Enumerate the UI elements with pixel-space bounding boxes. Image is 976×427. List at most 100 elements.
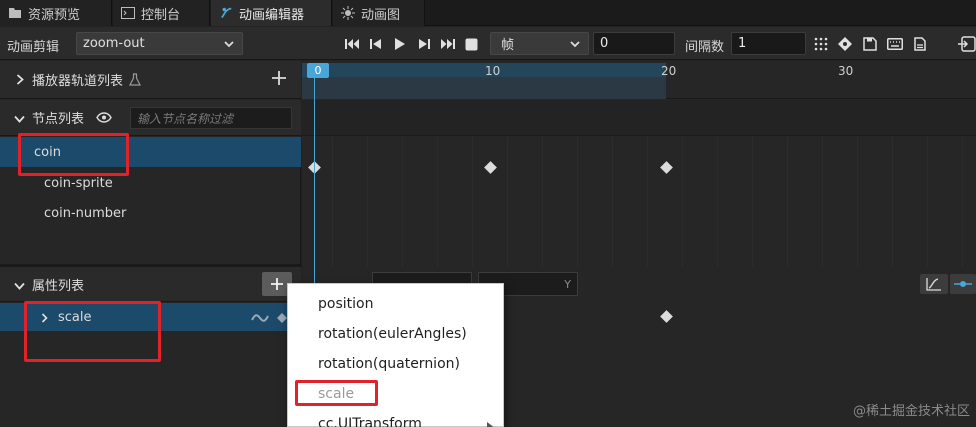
save-button[interactable] — [861, 35, 879, 53]
clip-range-shade — [302, 77, 666, 99]
menu-item-rotation-quaternion[interactable]: rotation(quaternion) — [288, 349, 503, 379]
tab-animation-editor[interactable]: 动画编辑器 — [211, 0, 332, 26]
curve-icon[interactable] — [251, 312, 269, 327]
jump-to-start-button[interactable] — [343, 35, 361, 53]
animation-editor-icon — [219, 6, 233, 20]
folder-icon — [8, 6, 22, 20]
watermark: @稀土掘金技术社区 — [852, 404, 970, 419]
time-unit-value: 帧 — [501, 38, 515, 53]
document-button[interactable] — [911, 35, 929, 53]
curve-editor-button[interactable] — [920, 274, 948, 294]
skip-back-icon — [345, 39, 359, 49]
stop-icon — [465, 38, 477, 50]
spacing-button[interactable] — [812, 35, 830, 53]
current-frame-value: 0 — [600, 36, 609, 51]
diamond-target-icon — [838, 37, 852, 51]
tab-label: 控制台 — [141, 7, 181, 23]
clip-select[interactable]: zoom-out — [76, 32, 243, 55]
plus-icon — [271, 278, 283, 290]
node-filter-placeholder: 输入节点名称过滤 — [137, 111, 234, 126]
submenu-arrow-icon — [487, 419, 493, 427]
tab-asset-preview[interactable]: 资源预览 — [0, 0, 112, 26]
node-label: coin-sprite — [44, 175, 113, 191]
node-label: coin — [34, 144, 61, 160]
keyframe-marker[interactable] — [660, 161, 673, 174]
stop-button[interactable] — [462, 35, 480, 53]
eye-icon[interactable] — [96, 112, 112, 123]
keyframe-editor-button[interactable] — [950, 274, 976, 294]
exit-icon — [958, 36, 976, 52]
tick-label: 10 — [485, 64, 501, 78]
clip-range-bar — [302, 63, 666, 77]
add-event-button[interactable] — [836, 35, 854, 53]
grid-dots-icon — [814, 37, 828, 51]
tab-animation-graph[interactable]: 动画图 — [333, 0, 425, 26]
exit-button[interactable] — [958, 35, 976, 53]
menu-item-uitransform[interactable]: cc.UITransform — [288, 409, 503, 427]
terminal-icon — [121, 6, 135, 20]
player-tracks-title: 播放器轨道列表 — [32, 74, 124, 89]
save-icon — [863, 37, 877, 51]
field-y-hint: Y — [564, 277, 571, 291]
chevron-right-icon — [16, 74, 24, 89]
keyboard-shortcuts-button[interactable] — [886, 35, 904, 53]
tab-console[interactable]: 控制台 — [113, 0, 210, 26]
menu-item-position[interactable]: position — [288, 289, 503, 319]
node-filter-input[interactable]: 输入节点名称过滤 — [130, 107, 292, 129]
property-list-header[interactable]: 属性列表 — [0, 267, 301, 302]
curve-graph-icon — [926, 278, 941, 291]
skip-forward-icon — [441, 39, 455, 49]
keyframe-diamond-icon[interactable] — [277, 312, 287, 327]
chevron-down-icon — [569, 38, 581, 54]
tab-label: 动画编辑器 — [239, 7, 305, 23]
node-row-coin[interactable]: coin — [0, 137, 301, 167]
node-list-title: 节点列表 — [32, 112, 85, 127]
tab-label: 动画图 — [361, 7, 401, 23]
player-tracks-header[interactable]: 播放器轨道列表 — [0, 61, 301, 99]
tick-label: 20 — [661, 64, 677, 78]
property-label: scale — [58, 309, 92, 325]
tab-bar: 资源预览 控制台 动画编辑器 动画图 — [0, 0, 976, 26]
node-row-coin-sprite[interactable]: coin-sprite — [0, 168, 301, 198]
step-forward-icon — [419, 39, 430, 49]
animation-graph-icon — [341, 6, 355, 20]
node-label: coin-number — [44, 205, 127, 221]
menu-item-rotation-euler[interactable]: rotation(eulerAngles) — [288, 319, 503, 349]
clip-label: 动画剪辑 — [7, 40, 60, 55]
node-list-header[interactable]: 节点列表 输入节点名称过滤 — [0, 100, 301, 136]
keyframe-marker[interactable] — [484, 161, 497, 174]
clip-select-value: zoom-out — [83, 36, 145, 51]
animation-toolbar: 动画剪辑 zoom-out 帧 0 间隔数 1 — [0, 27, 976, 60]
add-track-button[interactable] — [271, 70, 287, 90]
chevron-down-icon — [223, 38, 235, 54]
play-icon — [395, 38, 405, 50]
play-button[interactable] — [391, 35, 409, 53]
current-frame-input[interactable]: 0 — [593, 32, 675, 55]
tick-label: 30 — [838, 64, 854, 78]
tab-label: 资源预览 — [28, 7, 81, 23]
interval-label: 间隔数 — [685, 40, 725, 55]
interval-value: 1 — [738, 36, 747, 51]
prev-frame-button[interactable] — [367, 35, 385, 53]
time-unit-select[interactable]: 帧 — [490, 32, 589, 55]
chevron-down-icon — [14, 279, 25, 294]
plus-icon — [272, 71, 286, 85]
next-frame-button[interactable] — [415, 35, 433, 53]
chevron-down-icon — [14, 112, 25, 127]
document-icon — [914, 37, 926, 51]
keyboard-icon — [887, 38, 903, 50]
menu-item-scale[interactable]: scale — [288, 379, 503, 409]
flask-icon — [129, 73, 141, 86]
property-row-scale[interactable]: scale — [0, 303, 301, 331]
step-back-icon — [370, 39, 381, 49]
keyframe-line-icon — [954, 281, 972, 287]
add-property-menu: position rotation(eulerAngles) rotation(… — [287, 283, 504, 427]
chevron-right-icon — [41, 312, 48, 327]
playhead-label[interactable]: 0 — [307, 63, 329, 78]
property-list-title: 属性列表 — [32, 278, 85, 294]
node-track-header-band — [302, 100, 976, 136]
jump-to-end-button[interactable] — [439, 35, 457, 53]
timeline-ruler[interactable]: 0 10 20 30 — [302, 61, 976, 99]
interval-input[interactable]: 1 — [731, 32, 806, 55]
node-row-coin-number[interactable]: coin-number — [0, 198, 301, 228]
